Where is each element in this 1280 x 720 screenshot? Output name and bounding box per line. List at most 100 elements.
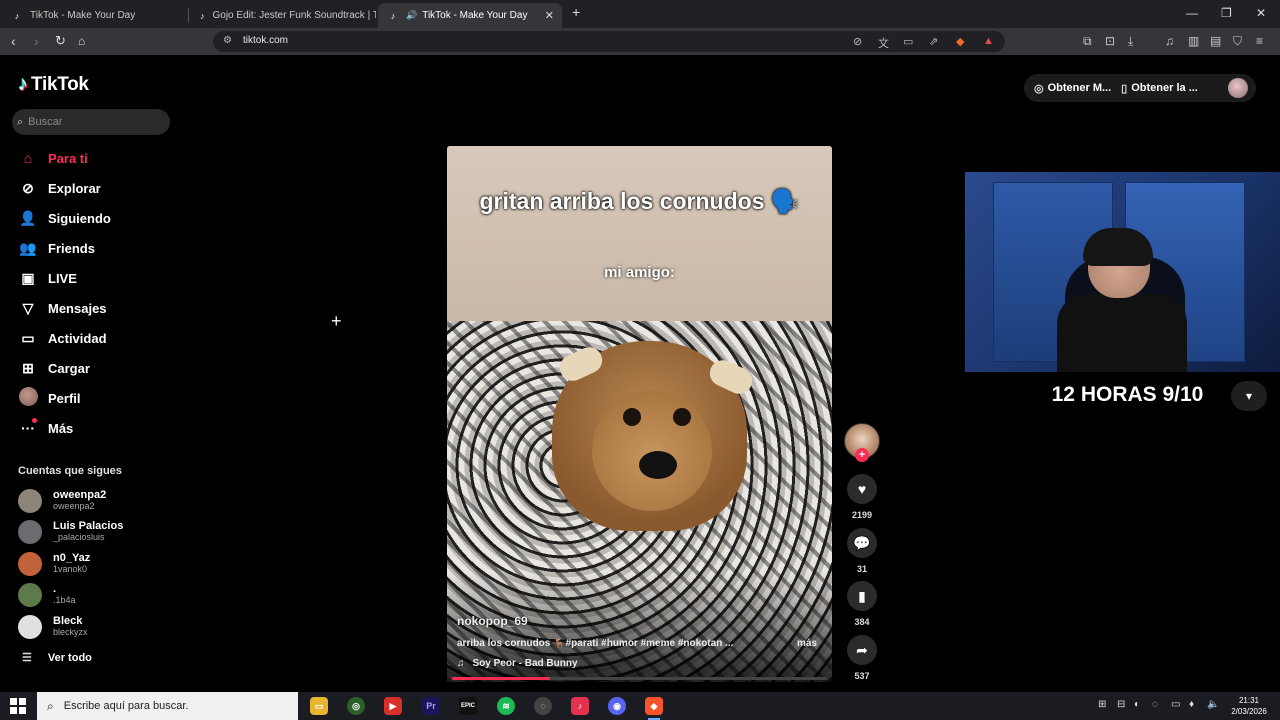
following-account[interactable]: oweenpa2 oweenpa2 [18,487,106,515]
youtube-icon[interactable]: ▶ [384,697,402,715]
following-account[interactable]: . .1b4a [18,581,76,609]
screenshot-icon[interactable]: ⊡ [1105,34,1115,48]
brave-icon[interactable]: ◆ [645,697,663,720]
search-input[interactable] [28,116,149,128]
nav-mensajes[interactable]: ▽ Mensajes [18,297,107,319]
get-coins-button[interactable]: ◎ Obtener M... [1034,82,1111,95]
following-account[interactable]: Bleck bleckyzx [18,613,88,641]
share-icon[interactable]: ⇗ [929,35,938,48]
back-icon[interactable]: ‹ [11,32,16,50]
cast-icon[interactable]: ▭ [903,35,913,48]
nav-label: Friends [48,240,95,256]
tray-icon[interactable]: ⊟ [1117,699,1125,710]
system-clock[interactable]: 21:31 2/03/2026 [1228,695,1270,717]
tray-icon[interactable]: ◌ [1152,699,1158,710]
mic-icon[interactable]: ♦ [1189,699,1194,710]
tiktok-favicon-icon: ♪ [200,10,205,21]
share-icon[interactable]: ➦ [847,635,877,665]
friends-icon: 👥 [19,239,37,256]
profile-avatar [18,387,38,409]
account-username: oweenpa2 [53,501,95,511]
nav-friends[interactable]: 👥 Friends [18,237,95,259]
home-icon[interactable]: ⌂ [78,32,85,50]
following-account[interactable]: Luis Palacios _palaciosluis [18,518,123,546]
forward-icon[interactable]: › [34,32,39,50]
browser-tab[interactable]: ♪ TikTok - Make Your Day [2,3,185,28]
extensions-icon[interactable]: ⧉ [1083,34,1092,49]
premiere-icon[interactable]: Pr [422,697,440,715]
heart-icon[interactable]: ♥ [847,474,877,504]
nav-live[interactable]: ▣ LIVE [18,267,77,289]
video-music[interactable]: ♫ Soy Peor - Bad Bunny [457,658,578,669]
app-icon[interactable]: ◌ [534,697,552,715]
comment-count: 31 [856,564,867,574]
address-bar[interactable]: ⚙ tiktok.com ⊘ 文 ▭ ⇗ ◆ ▲ [213,31,1005,52]
like-action[interactable]: ♥ 2199 [843,474,881,520]
reload-icon[interactable]: ↻ [55,32,66,50]
nav-label: Siguiendo [48,210,111,226]
comment-action[interactable]: 💬 31 [843,528,881,574]
sidebar-icon[interactable]: ▥ [1188,34,1199,48]
nav-actividad[interactable]: ▭ Actividad [18,327,106,349]
chevron-down-icon[interactable]: ▾ [1231,381,1267,411]
translate-icon[interactable]: 文 [878,35,889,51]
taskbar-search[interactable]: ⌕ Escribe aquí para buscar. [37,692,298,720]
maximize-button[interactable]: ❐ [1221,6,1232,20]
xbox-icon[interactable]: ◎ [347,697,365,715]
tiktok-app-icon[interactable]: ♪ [571,697,589,715]
music-icon[interactable]: ♫ [1165,34,1174,48]
video-background [447,146,832,346]
vpn-icon[interactable]: ⛉ [1233,34,1242,49]
speaker-icon[interactable]: 🔊 [406,10,417,21]
bookmark-icon[interactable]: ▮ [847,581,877,611]
close-window-button[interactable]: ✕ [1256,6,1266,20]
follow-button[interactable]: + [855,448,869,462]
download-icon[interactable]: ⤓ [1128,34,1133,49]
brave-shields-icon[interactable]: ◆ [956,35,964,48]
file-explorer-icon[interactable]: ▭ [310,697,328,715]
nav-perfil[interactable]: Perfil [18,387,81,409]
video-progress-bar[interactable] [452,677,827,680]
coin-icon: ◎ [1034,82,1044,95]
menu-icon[interactable]: ≡ [1256,34,1263,48]
browser-tab-bar: ♪ TikTok - Make Your Day ♪ Gojo Edit: Je… [0,0,1280,28]
following-account[interactable]: n0_Yaz 1vanok0 [18,550,90,578]
minimize-button[interactable]: — [1186,6,1198,20]
avatar[interactable] [1228,78,1248,98]
browser-tab[interactable]: ♪ Gojo Edit: Jester Funk Soundtrack | T [190,3,376,28]
discord-icon[interactable]: ◉ [608,697,626,715]
nav-para-ti[interactable]: ⌂ Para ti [18,147,88,169]
video-author[interactable]: nokopop_69 [457,614,528,628]
volume-icon[interactable]: 🔈 [1207,699,1219,710]
close-tab-icon[interactable]: ✕ [545,9,554,22]
epic-games-icon[interactable]: EPIC [459,697,477,715]
new-tab-button[interactable]: + [572,4,580,20]
tray-icon[interactable]: ⊞ [1098,699,1106,710]
video-progress-fill [452,677,550,680]
save-action[interactable]: ▮ 384 [843,581,881,627]
more-link[interactable]: más [797,638,817,649]
see-all-button[interactable]: ☰ Ver todo [22,651,92,665]
search-box[interactable]: ⌕ [12,109,170,135]
steam-icon[interactable]: ◐ [1134,699,1140,710]
wallet-icon[interactable]: ▤ [1210,34,1221,48]
get-app-button[interactable]: ▯ Obtener la ... [1121,82,1198,95]
share-action[interactable]: ➦ 537 [843,635,881,681]
windows-start-icon[interactable] [10,698,26,714]
search-icon: ⌕ [17,115,24,128]
browser-tab-active[interactable]: ♪ 🔊 TikTok - Make Your Day ✕ [378,3,562,28]
tiktok-logo[interactable]: ♪ TikTok [18,73,89,96]
reader-icon[interactable]: ⊘ [853,35,862,48]
spotify-icon[interactable]: ≋ [497,697,515,715]
windows-taskbar: ⌕ Escribe aquí para buscar. ▭ ◎ ▶ Pr EPI… [0,692,1280,720]
nav-mas[interactable]: ··· Más [18,417,73,439]
nav-cargar[interactable]: ⊞ Cargar [18,357,90,379]
site-info-icon[interactable]: ⚙ [223,35,232,46]
comment-icon[interactable]: 💬 [847,528,877,558]
taskbar-search-placeholder: Escribe aquí para buscar. [63,700,189,712]
network-icon[interactable]: ▭ [1171,699,1180,710]
nav-explorar[interactable]: ⊘ Explorar [18,177,101,199]
brave-rewards-icon[interactable]: ▲ [983,35,994,47]
nav-siguiendo[interactable]: 👤 Siguiendo [18,207,111,229]
video-player[interactable]: gritan arriba los cornudos 🗣️ mi amigo: … [447,146,832,682]
